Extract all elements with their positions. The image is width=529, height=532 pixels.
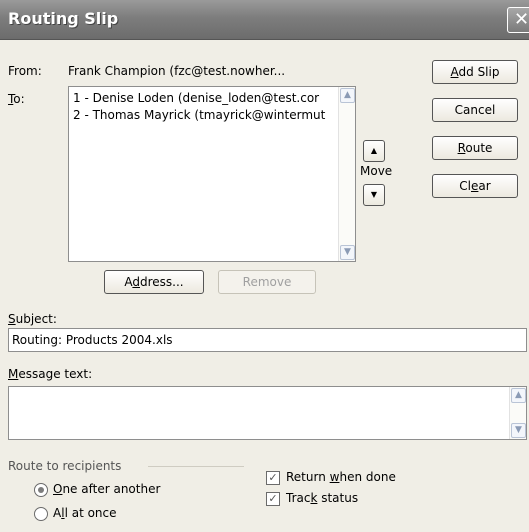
arrow-down-icon: ▼ xyxy=(370,190,378,199)
remove-button[interactable]: Remove xyxy=(218,270,316,294)
one-after-another-label[interactable]: One after another xyxy=(53,482,160,496)
scroll-down-icon[interactable]: ▼ xyxy=(340,245,355,260)
track-status-label[interactable]: Track status xyxy=(286,491,358,505)
message-scrollbar[interactable]: ▲ ▼ xyxy=(509,387,526,439)
cancel-button[interactable]: Cancel xyxy=(432,98,518,122)
return-when-done-checkbox[interactable]: ✓ xyxy=(266,471,280,485)
route-to-heading: Route to recipients xyxy=(8,459,122,473)
close-icon: ✕ xyxy=(514,9,529,30)
from-value: Frank Champion (fzc@test.nowher... xyxy=(68,64,286,78)
route-button[interactable]: Route xyxy=(432,136,518,160)
move-label: Move xyxy=(360,164,393,178)
checkmark-icon: ✓ xyxy=(268,471,278,484)
scroll-down-icon[interactable]: ▼ xyxy=(511,423,526,438)
move-down-button[interactable]: ▼ xyxy=(363,184,385,206)
recipients-scrollbar[interactable]: ▲ ▼ xyxy=(338,87,355,261)
subject-label: Subject: xyxy=(8,312,57,326)
move-up-button[interactable]: ▲ xyxy=(363,140,385,162)
title-bar: Routing Slip ✕ xyxy=(0,0,529,40)
message-label: Message text: xyxy=(8,367,93,381)
return-when-done-label[interactable]: Return when done xyxy=(286,470,396,484)
add-slip-button[interactable]: Add Slip xyxy=(432,60,518,84)
address-button[interactable]: Address... xyxy=(104,270,204,294)
track-status-checkbox[interactable]: ✓ xyxy=(266,492,280,506)
message-textarea[interactable]: ▲ ▼ xyxy=(8,386,527,440)
close-button[interactable]: ✕ xyxy=(507,7,529,33)
list-item[interactable]: 2 - Thomas Mayrick (tmayrick@wintermut xyxy=(73,108,325,122)
recipients-list[interactable]: 1 - Denise Loden (denise_loden@test.cor … xyxy=(68,86,356,262)
scroll-up-icon[interactable]: ▲ xyxy=(511,388,526,403)
one-after-another-radio[interactable] xyxy=(34,483,48,497)
group-divider xyxy=(148,466,244,467)
all-at-once-label[interactable]: All at once xyxy=(53,506,117,520)
to-label: To: xyxy=(8,92,25,106)
subject-value: Routing: Products 2004.xls xyxy=(12,333,173,347)
list-item[interactable]: 1 - Denise Loden (denise_loden@test.cor xyxy=(73,91,319,105)
subject-input[interactable]: Routing: Products 2004.xls xyxy=(8,328,527,352)
all-at-once-radio[interactable] xyxy=(34,507,48,521)
checkmark-icon: ✓ xyxy=(268,492,278,505)
routing-slip-dialog: Routing Slip ✕ From: Frank Champion (fzc… xyxy=(0,0,529,532)
arrow-up-icon: ▲ xyxy=(370,146,378,155)
scroll-up-icon[interactable]: ▲ xyxy=(340,88,355,103)
clear-button[interactable]: Clear xyxy=(432,174,518,198)
from-label: From: xyxy=(8,64,42,78)
window-title: Routing Slip xyxy=(8,9,119,28)
